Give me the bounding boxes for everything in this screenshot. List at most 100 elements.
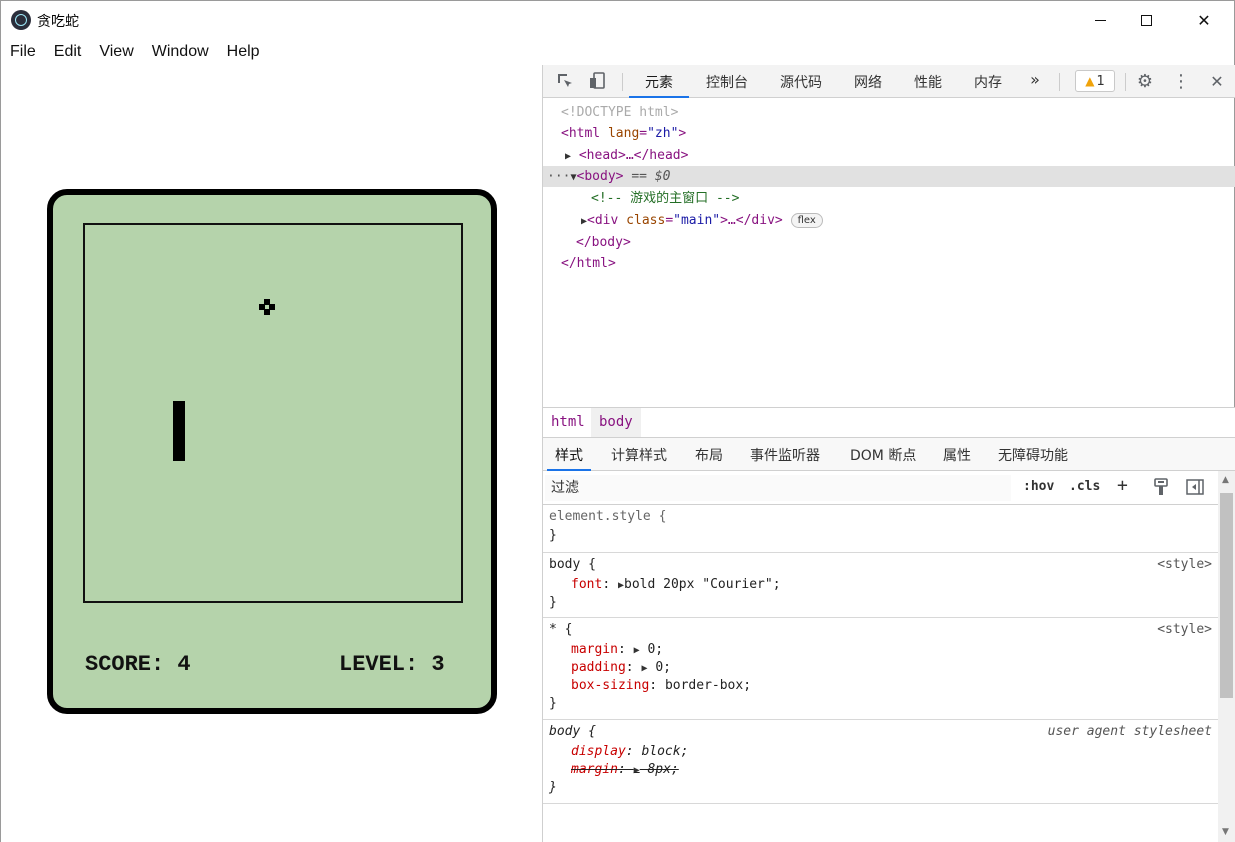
rule-source-link[interactable]: <style> (1157, 621, 1212, 639)
game-board[interactable] (83, 223, 463, 603)
settings-gear-icon[interactable]: ⚙ (1135, 71, 1155, 92)
warning-icon: ▲ (1085, 74, 1095, 88)
tab-layout[interactable]: 布局 (695, 438, 723, 471)
tab-event-listeners[interactable]: 事件监听器 (750, 438, 820, 471)
more-options-icon[interactable]: ⋮ (1171, 71, 1191, 92)
dom-head-node[interactable]: ▶ <head>…</head> (565, 145, 688, 166)
styles-filter-input[interactable] (545, 475, 1011, 501)
device-toolbar-icon[interactable] (587, 71, 607, 91)
rule-selector: body { (549, 557, 596, 572)
node-actions-icon[interactable]: ··· (547, 169, 570, 184)
menu-help[interactable]: Help (218, 39, 269, 65)
paint-brush-icon[interactable] (1151, 477, 1171, 497)
rule-source-label: user agent stylesheet (1047, 724, 1212, 739)
dom-body-close[interactable]: </body> (576, 232, 631, 253)
style-declaration[interactable]: box-sizing: border-box; (571, 677, 751, 695)
minimize-icon (1094, 19, 1106, 21)
game-viewport: SCORE: 4 LEVEL: 3 (1, 65, 542, 842)
snake-segment (173, 413, 185, 425)
tab-properties[interactable]: 属性 (943, 438, 971, 471)
app-icon (11, 10, 31, 30)
toolbar-separator (622, 73, 623, 91)
window-title: 贪吃蛇 (37, 14, 79, 30)
rule-selector: body { (549, 724, 596, 739)
flex-badge[interactable]: flex (790, 213, 823, 228)
styles-filter-bar: :hov .cls + (543, 471, 1218, 505)
maximize-icon (1140, 14, 1152, 26)
style-declaration[interactable]: margin: ▶ 0; (571, 641, 663, 659)
toolbar-separator (1125, 73, 1126, 91)
rule-universal-style[interactable]: * { <style> margin: ▶ 0; padding: ▶ 0; b… (543, 618, 1218, 720)
scroll-thumb[interactable] (1220, 493, 1233, 698)
menu-bar: File Edit View Window Help (1, 39, 1234, 65)
warnings-count: 1 (1096, 73, 1105, 89)
close-icon: ✕ (1197, 10, 1211, 30)
rule-selector: element.style { (549, 509, 667, 524)
dom-html-open[interactable]: <html lang="zh"> (561, 123, 686, 144)
toggle-sidebar-icon[interactable] (1185, 477, 1205, 497)
dom-html-close[interactable]: </html> (561, 253, 616, 274)
rule-user-agent-body[interactable]: body { user agent stylesheet display: bl… (543, 720, 1218, 804)
scroll-down-icon[interactable]: ▼ (1222, 827, 1229, 837)
tab-dom-breakpoints[interactable]: DOM 断点 (850, 438, 916, 471)
tab-network[interactable]: 网络 (843, 65, 893, 98)
maximize-button[interactable] (1123, 1, 1169, 39)
dom-body-node[interactable]: ···▼<body> == $0 (547, 166, 670, 187)
style-declaration[interactable]: padding: ▶ 0; (571, 659, 671, 677)
title-bar[interactable]: 贪吃蛇 ✕ (1, 1, 1234, 39)
rule-close-brace: } (549, 595, 557, 610)
tab-console[interactable]: 控制台 (695, 65, 759, 98)
dom-comment[interactable]: <!-- 游戏的主窗口 --> (591, 188, 739, 209)
rule-selector: * { (549, 622, 573, 637)
toolbar-separator (1059, 73, 1060, 91)
class-toggle-button[interactable]: .cls (1069, 479, 1100, 494)
dom-doctype[interactable]: <!DOCTYPE html> (561, 102, 678, 123)
minimize-button[interactable] (1077, 1, 1123, 39)
rule-element-style[interactable]: element.style { } (543, 505, 1218, 553)
level-label: LEVEL: 3 (339, 652, 445, 677)
breadcrumb-html[interactable]: html (543, 408, 593, 437)
hover-state-button[interactable]: :hov (1023, 479, 1054, 494)
tab-styles[interactable]: 样式 (547, 438, 591, 471)
new-style-rule-button[interactable]: + (1117, 475, 1128, 496)
tab-elements[interactable]: 元素 (629, 65, 689, 98)
menu-window[interactable]: Window (143, 39, 218, 65)
scroll-up-icon[interactable]: ▲ (1222, 475, 1229, 485)
snake-segment (173, 449, 185, 461)
menu-edit[interactable]: Edit (45, 39, 91, 65)
menu-view[interactable]: View (90, 39, 142, 65)
devtools-panel: 元素 控制台 源代码 网络 性能 内存 » ▲ 1 ⚙ ⋮ ✕ <!DOCTYP… (542, 65, 1235, 842)
dom-tree: <!DOCTYPE html> <html lang="zh"> ▶ <head… (543, 98, 1235, 408)
rule-close-brace: } (549, 528, 557, 543)
inspect-element-icon[interactable] (555, 71, 575, 91)
devtools-toolbar: 元素 控制台 源代码 网络 性能 内存 » ▲ 1 ⚙ ⋮ ✕ (543, 65, 1235, 98)
snake-segment (173, 401, 185, 413)
styles-subtabs: 样式 计算样式 布局 事件监听器 DOM 断点 属性 无障碍功能 (543, 438, 1235, 471)
tab-accessibility[interactable]: 无障碍功能 (998, 438, 1068, 471)
style-declaration: display: block; (571, 744, 689, 759)
dom-div-main[interactable]: ▶<div class="main">…</div> flex (581, 210, 823, 231)
close-button[interactable]: ✕ (1181, 1, 1227, 39)
tab-sources[interactable]: 源代码 (769, 65, 833, 98)
style-declaration[interactable]: font: ▶bold 20px "Courier"; (571, 576, 781, 594)
tab-memory[interactable]: 内存 (963, 65, 1013, 98)
overridden-declaration: margin: ▶ 8px; (571, 762, 679, 777)
menu-file[interactable]: File (1, 39, 45, 65)
app-window: 贪吃蛇 ✕ File Edit View Window Help SCORE: … (0, 0, 1235, 842)
rule-close-brace: } (549, 696, 557, 711)
rule-body-style[interactable]: body { <style> font: ▶bold 20px "Courier… (543, 553, 1218, 618)
breadcrumb: html body (543, 407, 1235, 438)
close-devtools-icon[interactable]: ✕ (1207, 71, 1227, 91)
styles-scrollbar[interactable]: ▲ ▼ (1218, 471, 1235, 842)
rule-source-link[interactable]: <style> (1157, 556, 1212, 574)
warnings-badge[interactable]: ▲ 1 (1075, 70, 1115, 92)
score-label: SCORE: 4 (85, 652, 191, 677)
tab-performance[interactable]: 性能 (903, 65, 953, 98)
expand-triangle-icon[interactable]: ▶ (565, 151, 571, 162)
rule-close-brace: } (549, 780, 557, 795)
tab-computed[interactable]: 计算样式 (611, 438, 667, 471)
snake-segment (173, 425, 185, 437)
breadcrumb-body[interactable]: body (591, 408, 641, 437)
food-icon (259, 299, 275, 315)
more-tabs-button[interactable]: » (1023, 65, 1047, 98)
